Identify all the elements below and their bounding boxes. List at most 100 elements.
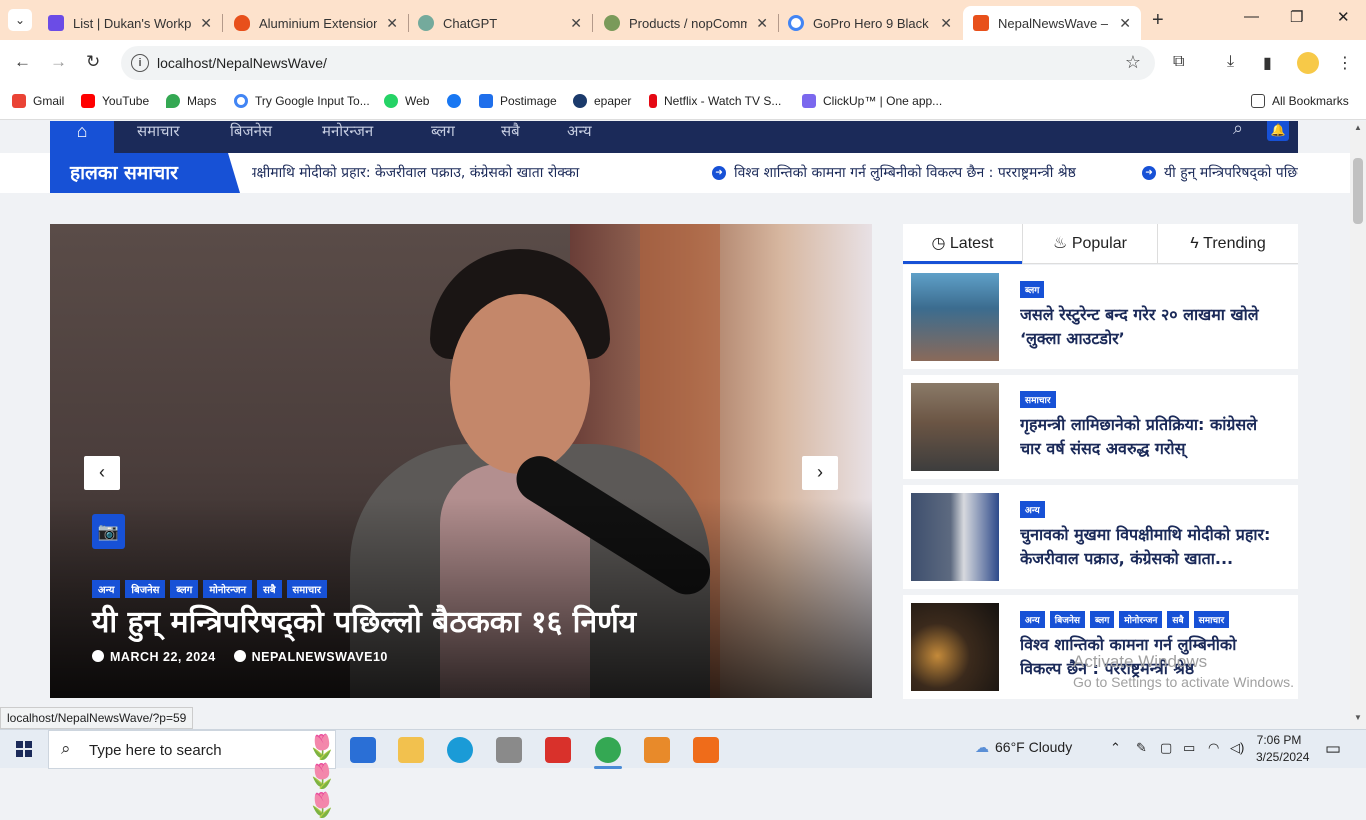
post-title[interactable]: चुनावको मुखमा विपक्षीमाथि मोदीको प्रहार:…: [1020, 523, 1282, 571]
xampp-icon[interactable]: [693, 737, 719, 763]
chrome-icon[interactable]: [595, 737, 621, 763]
meet-icon[interactable]: ▢: [1160, 740, 1172, 756]
category-tag[interactable]: सबै: [1167, 611, 1189, 628]
scroll-up-icon[interactable]: ▲: [1354, 123, 1362, 132]
extensions-icon[interactable]: ⧉: [1173, 53, 1184, 71]
post-author[interactable]: NEPALNEWSWAVE10: [233, 650, 388, 664]
category-tag[interactable]: समाचार: [1193, 611, 1230, 628]
browser-tab[interactable]: GoPro Hero 9 Black - ✕: [778, 6, 962, 40]
menu-item[interactable]: बिजनेस: [230, 121, 272, 141]
reload-button[interactable]: ↻: [86, 52, 100, 72]
taskbar-search[interactable]: ⌕ Type here to search 🌷🌷🌷: [48, 730, 337, 819]
windows-start-icon[interactable]: [16, 741, 32, 757]
all-bookmarks-button[interactable]: All Bookmarks: [1251, 94, 1349, 108]
bookmark-whatsapp-web[interactable]: Web: [384, 94, 429, 108]
taskbar-clock[interactable]: 7:06 PM 3/25/2024: [1256, 732, 1309, 766]
category-tag[interactable]: मोनोरन्जन: [1119, 611, 1163, 628]
post-card[interactable]: अन्य चुनावको मुखमा विपक्षीमाथि मोदीको प्…: [903, 485, 1298, 589]
pen-icon[interactable]: ✎: [1136, 740, 1147, 756]
category-tag[interactable]: अन्य: [1020, 501, 1045, 518]
browser-tab-active[interactable]: NepalNewsWave – स ✕: [963, 6, 1141, 40]
home-button[interactable]: ⌂: [50, 121, 114, 153]
close-icon[interactable]: ✕: [1119, 15, 1131, 32]
menu-item[interactable]: मनोरन्जन: [322, 121, 373, 141]
back-button[interactable]: ←: [14, 52, 31, 72]
close-icon[interactable]: ✕: [200, 15, 212, 32]
bookmark-facebook[interactable]: [447, 94, 468, 108]
close-icon[interactable]: ✕: [756, 15, 768, 32]
notification-icon[interactable]: ▭: [1325, 739, 1341, 759]
volume-icon[interactable]: ◁): [1230, 740, 1244, 756]
page-scrollbar[interactable]: ▲ ▼: [1350, 121, 1366, 729]
bookmark-netflix[interactable]: Netflix - Watch TV S...: [649, 94, 781, 108]
bookmark-clickup[interactable]: ClickUp™ | One app...: [802, 94, 942, 108]
browser-tab[interactable]: List | Dukan's Workpla ✕: [38, 6, 222, 40]
post-thumbnail[interactable]: [911, 493, 999, 581]
hero-title[interactable]: यी हुन् मन्त्रिपरिषद्को पछिल्लो बैठकका १…: [92, 600, 852, 641]
forward-button[interactable]: →: [50, 52, 67, 72]
download-icon[interactable]: ⤓: [1227, 53, 1234, 71]
browser-tab[interactable]: Products / nopComm ✕: [594, 6, 778, 40]
close-icon[interactable]: ✕: [940, 15, 952, 32]
url-text[interactable]: localhost/NepalNewsWave/: [157, 55, 327, 71]
profile-avatar[interactable]: [1297, 52, 1319, 74]
category-tag[interactable]: ब्लग: [1020, 281, 1045, 298]
side-panel-icon[interactable]: ▮: [1263, 53, 1272, 73]
slider-prev-button[interactable]: ‹: [84, 456, 120, 490]
close-window-button[interactable]: ✕: [1337, 8, 1350, 26]
category-tag[interactable]: बिजनेस: [1049, 611, 1085, 628]
app-icon[interactable]: [644, 737, 670, 763]
menu-icon[interactable]: ⋮: [1337, 53, 1353, 73]
category-tag[interactable]: अन्य: [1020, 611, 1045, 628]
post-title[interactable]: जसले रेस्टुरेन्ट बन्द गरेर २० लाखमा खोले…: [1020, 303, 1282, 351]
menu-item[interactable]: ब्लग: [431, 121, 455, 141]
file-explorer-icon[interactable]: [398, 737, 424, 763]
vivaldi-icon[interactable]: [545, 737, 571, 763]
address-bar[interactable]: i localhost/NepalNewsWave/ ☆: [121, 46, 1155, 80]
bookmark-youtube[interactable]: YouTube: [81, 94, 149, 108]
bookmark-gmail[interactable]: Gmail: [12, 94, 64, 108]
ticker-item[interactable]: ➜ विश्व शान्तिको कामना गर्न लुम्बिनीको वि…: [712, 153, 1076, 193]
minimize-button[interactable]: —: [1244, 8, 1259, 25]
category-tag[interactable]: बिजनेस: [125, 580, 166, 598]
close-icon[interactable]: ✕: [570, 15, 582, 32]
bell-icon[interactable]: 🔔: [1267, 121, 1289, 141]
tab-trending[interactable]: ϟ Trending: [1158, 224, 1298, 264]
battery-icon[interactable]: ▭: [1183, 740, 1195, 756]
chevron-up-icon[interactable]: ⌃: [1110, 740, 1121, 756]
menu-item[interactable]: सबै: [501, 121, 520, 141]
restore-button[interactable]: ❐: [1290, 8, 1303, 26]
tab-popular[interactable]: ♨ Popular: [1023, 224, 1157, 264]
scrollbar-thumb[interactable]: [1353, 158, 1363, 224]
hero-slider[interactable]: ‹ › 📷 अन्य बिजनेस ब्लग मोनोरन्जन सबै समा…: [50, 224, 872, 698]
category-tag[interactable]: समाचार: [286, 580, 327, 598]
category-tag[interactable]: सबै: [257, 580, 282, 598]
bookmark-maps[interactable]: Maps: [166, 94, 216, 108]
new-tab-button[interactable]: +: [1152, 9, 1164, 32]
wifi-icon[interactable]: ◠: [1208, 740, 1219, 756]
category-tag[interactable]: समाचार: [1020, 391, 1056, 408]
scroll-down-icon[interactable]: ▼: [1354, 713, 1362, 722]
edge-icon[interactable]: [447, 737, 473, 763]
tab-latest[interactable]: ◷ Latest: [903, 224, 1022, 264]
post-thumbnail[interactable]: [911, 383, 999, 471]
browser-tab[interactable]: Aluminium Extension ✕: [224, 6, 408, 40]
post-thumbnail[interactable]: [911, 603, 999, 691]
tab-search-button[interactable]: ⌄: [8, 9, 32, 31]
post-card[interactable]: ब्लग जसले रेस्टुरेन्ट बन्द गरेर २० लाखमा…: [903, 265, 1298, 369]
menu-item[interactable]: समाचार: [137, 121, 180, 141]
category-tag[interactable]: ब्लग: [170, 580, 199, 598]
post-date[interactable]: MARCH 22, 2024: [92, 650, 216, 664]
bookmark-star-icon[interactable]: ☆: [1125, 52, 1141, 73]
bookmark-epaper[interactable]: epaper: [573, 94, 631, 108]
menu-item[interactable]: अन्य: [567, 121, 592, 141]
ticker-item[interactable]: ➜ यी हुन् मन्त्रिपरिषद्को पछिल्लो बैठकका …: [1142, 153, 1298, 193]
post-title[interactable]: गृहमन्त्री लामिछानेको प्रतिक्रिया: कांग्…: [1020, 413, 1282, 461]
weather-widget[interactable]: ☁ 66°F Cloudy: [975, 739, 1072, 756]
search-icon[interactable]: ⌕: [1233, 121, 1243, 139]
ticker-item[interactable]: ➜चुनावको मुखमा विपक्षीमाथि मोदीको प्रहार…: [252, 153, 579, 193]
app-icon[interactable]: [496, 737, 522, 763]
bookmark-input-tools[interactable]: Try Google Input To...: [234, 94, 370, 108]
category-tag[interactable]: ब्लग: [1090, 611, 1115, 628]
category-tag[interactable]: मोनोरन्जन: [203, 580, 253, 598]
